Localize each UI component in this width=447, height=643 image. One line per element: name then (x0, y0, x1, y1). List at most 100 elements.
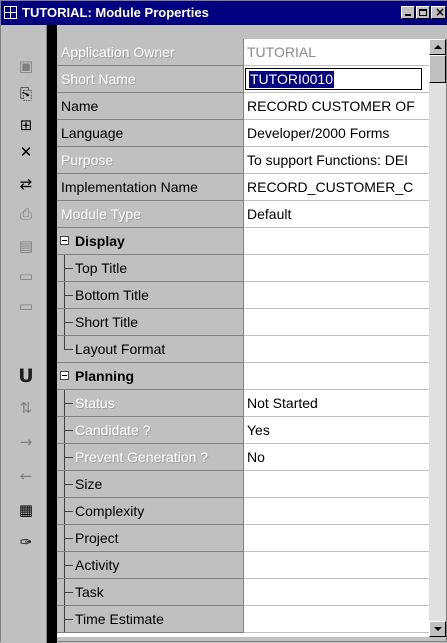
grid-header-strip (57, 25, 447, 39)
property-value[interactable]: RECORD_CUSTOMER_C (244, 174, 429, 201)
delete-icon: ✕ (19, 143, 33, 161)
move-left-icon: ← (19, 467, 33, 485)
property-row-candidate[interactable]: Candidate ? Yes (57, 417, 429, 444)
maximize-button[interactable] (416, 6, 430, 19)
property-value[interactable]: Yes (244, 417, 429, 444)
module-properties-window: TUTORIAL: Module Properties × ▣ ⎘ ⊞ ✕ ⇄ … (0, 0, 447, 643)
property-row-module-type[interactable]: Module Type Default (57, 201, 429, 228)
property-value[interactable]: Developer/2000 Forms (244, 120, 429, 147)
property-value[interactable] (244, 336, 429, 363)
title-bar[interactable]: TUTORIAL: Module Properties × (1, 1, 447, 25)
ascii-export-icon: ▭ (18, 267, 34, 285)
minimize-button[interactable] (401, 6, 415, 19)
property-row-name[interactable]: Name RECORD CUSTOMER OF (57, 93, 429, 120)
property-name: Candidate ? (57, 417, 244, 444)
tree-branch (64, 268, 73, 269)
property-value[interactable] (244, 606, 429, 633)
property-row-task[interactable]: Task (57, 579, 429, 606)
property-name: Size (57, 471, 244, 498)
vertical-scrollbar[interactable] (429, 39, 446, 637)
property-value[interactable]: To support Functions: DEI (244, 147, 429, 174)
property-value[interactable] (244, 471, 429, 498)
property-row-implementation-name[interactable]: Implementation Name RECORD_CUSTOMER_C (57, 174, 429, 201)
property-value[interactable] (244, 282, 429, 309)
sort-button[interactable]: ⇅ (15, 397, 37, 419)
tree-branch (64, 457, 73, 458)
property-name: Bottom Title (57, 282, 244, 309)
print-button[interactable]: ⎙ (15, 203, 37, 225)
property-value[interactable] (244, 525, 429, 552)
property-value-cell[interactable]: TUTORI0010 (244, 66, 429, 93)
property-row-short-title[interactable]: Short Title (57, 309, 429, 336)
section-row-display[interactable]: Display (57, 228, 429, 255)
html-export-icon: ▭ (18, 297, 34, 315)
property-row-status[interactable]: Status Not Started (57, 390, 429, 417)
section-header: Display (57, 228, 244, 255)
tree-branch (64, 322, 73, 323)
property-name: Activity (57, 552, 244, 579)
save-button[interactable]: ▣ (15, 55, 37, 77)
property-grid: Application Owner TUTORIAL Short Name TU… (57, 39, 429, 637)
move-right-icon: → (19, 433, 33, 451)
pin-button[interactable]: ✑ (15, 531, 37, 553)
property-value[interactable]: Default (244, 201, 429, 228)
sort-icon: ⇅ (19, 399, 33, 417)
property-row-time-estimate[interactable]: Time Estimate (57, 606, 429, 633)
property-value[interactable] (244, 552, 429, 579)
scroll-down-button[interactable] (429, 621, 446, 637)
table-button[interactable]: ▦ (15, 499, 37, 521)
property-value[interactable]: Not Started (244, 390, 429, 417)
union-icon: U (18, 365, 34, 387)
property-row-layout-format[interactable]: Layout Format (57, 336, 429, 363)
property-name: Status (57, 390, 244, 417)
move-button[interactable]: ⇄ (15, 173, 37, 195)
copy-properties-icon: ⎘ (19, 85, 32, 103)
property-row-prevent-generation[interactable]: Prevent Generation ? No (57, 444, 429, 471)
collapse-icon[interactable] (60, 236, 69, 245)
property-name: Application Owner (57, 39, 244, 66)
collapse-icon[interactable] (60, 371, 69, 380)
property-value[interactable]: TUTORIAL (244, 39, 429, 66)
move-right-button[interactable]: → (15, 431, 37, 453)
tree-line (64, 336, 65, 350)
move-icon: ⇄ (19, 175, 33, 193)
property-value[interactable] (244, 255, 429, 282)
tree-branch (64, 538, 73, 539)
add-child-button[interactable]: ⊞ (15, 114, 37, 136)
vertical-toolbar: ▣ ⎘ ⊞ ✕ ⇄ ⎙ ▤ ▭ ▭ U ⇅ → ← ▦ ✑ (1, 25, 47, 643)
property-value (244, 228, 429, 255)
property-name: Task (57, 579, 244, 606)
property-row-complexity[interactable]: Complexity (57, 498, 429, 525)
property-name: Short Title (57, 309, 244, 336)
property-row-bottom-title[interactable]: Bottom Title (57, 282, 429, 309)
scroll-thumb[interactable] (429, 55, 446, 83)
delete-button[interactable]: ✕ (15, 141, 37, 163)
html-export-button[interactable]: ▭ (15, 295, 37, 317)
property-row-application-owner[interactable]: Application Owner TUTORIAL (57, 39, 429, 66)
ascii-export-button[interactable]: ▭ (15, 265, 37, 287)
property-row-short-name[interactable]: Short Name TUTORI0010 (57, 66, 429, 93)
report-button[interactable]: ▤ (15, 235, 37, 257)
property-name: Layout Format (57, 336, 244, 363)
tree-branch (64, 484, 73, 485)
scroll-up-button[interactable] (429, 39, 446, 55)
short-name-input[interactable]: TUTORI0010 (245, 68, 422, 90)
property-row-language[interactable]: Language Developer/2000 Forms (57, 120, 429, 147)
property-row-project[interactable]: Project (57, 525, 429, 552)
property-row-top-title[interactable]: Top Title (57, 255, 429, 282)
property-value[interactable] (244, 309, 429, 336)
property-value[interactable]: No (244, 444, 429, 471)
section-row-planning[interactable]: Planning (57, 363, 429, 390)
property-value[interactable]: RECORD CUSTOMER OF (244, 93, 429, 120)
close-button[interactable]: × (431, 5, 446, 19)
property-row-size[interactable]: Size (57, 471, 429, 498)
copy-properties-button[interactable]: ⎘ (15, 83, 37, 105)
property-name: Module Type (57, 201, 244, 228)
move-left-button[interactable]: ← (15, 465, 37, 487)
property-name: Implementation Name (57, 174, 244, 201)
union-button[interactable]: U (15, 365, 37, 387)
property-row-purpose[interactable]: Purpose To support Functions: DEI (57, 147, 429, 174)
property-row-activity[interactable]: Activity (57, 552, 429, 579)
property-value[interactable] (244, 579, 429, 606)
property-value[interactable] (244, 498, 429, 525)
